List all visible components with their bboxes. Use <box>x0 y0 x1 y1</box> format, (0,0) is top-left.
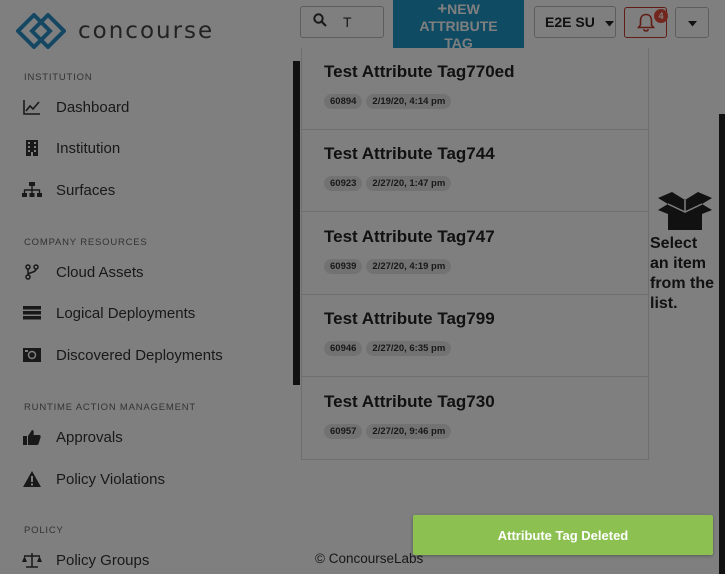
sidebar-item-label: Surfaces <box>56 181 116 199</box>
item-id-badge: 60957 <box>324 424 363 439</box>
discovered-icon <box>22 346 42 364</box>
item-date-badge: 2/27/20, 1:47 pm <box>366 176 452 191</box>
sidebar-item-label: Policy Groups <box>56 551 150 569</box>
notification-count-badge: 4 <box>654 9 668 23</box>
logo[interactable]: concourse <box>16 12 214 50</box>
warning-icon <box>22 470 42 488</box>
section-title-institution: INSTITUTION <box>24 72 93 83</box>
item-title: Test Attribute Tag770ed <box>324 62 515 81</box>
section-title-company-resources: COMPANY RESOURCES <box>24 237 148 248</box>
item-date-badge: 2/19/20, 4:14 pm <box>366 94 452 109</box>
item-title: Test Attribute Tag799 <box>324 309 495 328</box>
item-date-badge: 2/27/20, 9:46 pm <box>366 424 452 439</box>
branch-icon <box>22 263 42 281</box>
plus-icon: + <box>437 0 448 18</box>
sidebar-item-policy-violations[interactable]: Policy Violations <box>22 467 165 491</box>
toast-message: Attribute Tag Deleted <box>497 527 629 543</box>
item-id-badge: 60939 <box>324 259 363 274</box>
search-input[interactable] <box>341 13 385 31</box>
item-title: Test Attribute Tag744 <box>324 144 495 163</box>
sidebar-item-label: Discovered Deployments <box>56 346 223 364</box>
user-menu-button[interactable] <box>675 7 709 38</box>
concourse-logo-icon <box>16 13 66 49</box>
section-title-policy: POLICY <box>24 525 64 536</box>
sidebar-item-policy-groups[interactable]: Policy Groups <box>22 548 149 572</box>
sidebar-item-discovered-deployments[interactable]: Discovered Deployments <box>22 343 223 367</box>
sidebar-item-label: Policy Violations <box>56 470 165 488</box>
organization-select[interactable]: E2E SU <box>534 6 616 38</box>
sitemap-icon <box>22 181 42 199</box>
open-box-icon <box>658 192 712 235</box>
item-title: Test Attribute Tag747 <box>324 227 495 246</box>
list-item[interactable]: Test Attribute Tag770ed 60894 2/19/20, 4… <box>302 48 648 130</box>
sidebar-item-label: Institution <box>56 139 121 157</box>
sidebar-item-label: Dashboard <box>56 98 130 116</box>
sidebar-item-surfaces[interactable]: Surfaces <box>22 178 115 202</box>
section-title-runtime-action-management: RUNTIME ACTION MANAGEMENT <box>24 402 197 413</box>
item-date-badge: 2/27/20, 6:35 pm <box>366 341 452 356</box>
sidebar: concourse INSTITUTION Dashboard Institut… <box>0 0 300 574</box>
item-date-badge: 2/27/20, 4:19 pm <box>366 259 452 274</box>
sidebar-item-label: Logical Deployments <box>56 304 196 322</box>
bell-icon <box>636 13 656 37</box>
thumbs-up-icon <box>22 428 42 446</box>
server-icon <box>22 304 42 322</box>
caret-down-icon <box>687 14 697 32</box>
list-item[interactable]: Test Attribute Tag747 60939 2/27/20, 4:1… <box>302 213 648 295</box>
sidebar-item-label: Approvals <box>56 428 123 446</box>
sidebar-item-approvals[interactable]: Approvals <box>22 425 123 449</box>
sidebar-item-cloud-assets[interactable]: Cloud Assets <box>22 260 144 284</box>
building-icon <box>22 139 42 157</box>
attribute-tag-list: Test Attribute Tag770ed 60894 2/19/20, 4… <box>301 48 649 460</box>
empty-state-line4: list. <box>650 295 678 312</box>
sidebar-item-label: Cloud Assets <box>56 263 144 281</box>
item-title: Test Attribute Tag730 <box>324 392 495 411</box>
item-id-badge: 60923 <box>324 176 363 191</box>
brand-name: concourse <box>78 18 215 44</box>
empty-state-line2: an item <box>650 255 707 272</box>
sidebar-item-institution[interactable]: Institution <box>22 136 120 160</box>
sidebar-scrollbar[interactable] <box>293 61 300 385</box>
scale-icon <box>22 551 42 569</box>
chart-icon <box>22 98 42 116</box>
sidebar-item-dashboard[interactable]: Dashboard <box>22 95 129 119</box>
empty-state-line3: from the <box>650 275 714 292</box>
detail-scrollbar[interactable] <box>719 114 725 574</box>
search-box[interactable] <box>300 6 385 38</box>
caret-down-icon <box>604 14 614 30</box>
list-item[interactable]: Test Attribute Tag744 60923 2/27/20, 1:4… <box>302 130 648 212</box>
search-icon <box>313 12 327 32</box>
new-button-label-line2: ATTRIBUTE <box>419 18 498 34</box>
footer-copyright: © ConcourseLabs <box>315 551 424 566</box>
list-item[interactable]: Test Attribute Tag730 60957 2/27/20, 9:4… <box>302 378 648 460</box>
new-button-label-line1: NEW <box>447 1 480 17</box>
organization-label: E2E SU <box>545 14 595 30</box>
item-id-badge: 60946 <box>324 341 363 356</box>
sidebar-item-logical-deployments[interactable]: Logical Deployments <box>22 301 195 325</box>
toast-notification[interactable]: Attribute Tag Deleted <box>413 515 713 555</box>
empty-state-line1: Select <box>650 235 698 252</box>
list-item[interactable]: Test Attribute Tag799 60946 2/27/20, 6:3… <box>302 295 648 377</box>
item-id-badge: 60894 <box>324 94 363 109</box>
